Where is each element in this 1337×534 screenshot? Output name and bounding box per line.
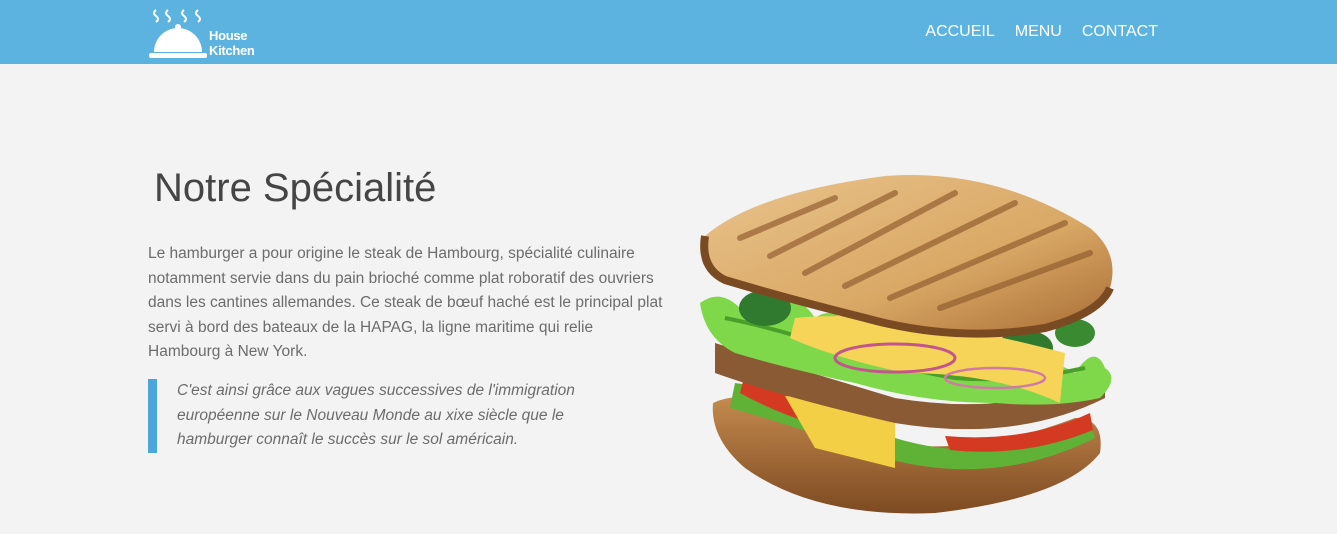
intro-paragraph: Le hamburger a pour origine le steak de …	[148, 245, 663, 360]
brand-line-1: House	[209, 28, 248, 43]
cloche-icon	[149, 9, 207, 58]
nav-accueil-link[interactable]: ACCUEIL	[925, 23, 994, 41]
top-navbar: House Kitchen ACCUEIL MENU CONTACT	[0, 0, 1337, 64]
main-nav: ACCUEIL MENU CONTACT	[925, 0, 1158, 64]
brand-name: House Kitchen	[209, 28, 255, 58]
brand-logo[interactable]: House Kitchen	[148, 8, 260, 60]
page-title: Notre Spécialité	[154, 166, 437, 210]
quote-text: C'est ainsi grâce aux vagues successives…	[177, 382, 575, 448]
nav-menu-link[interactable]: MENU	[1015, 23, 1062, 41]
blockquote: C'est ainsi grâce aux vagues successives…	[148, 379, 618, 453]
brand-line-2: Kitchen	[209, 43, 255, 58]
sandwich-image	[700, 175, 1114, 514]
nav-contact-link[interactable]: CONTACT	[1082, 23, 1158, 41]
